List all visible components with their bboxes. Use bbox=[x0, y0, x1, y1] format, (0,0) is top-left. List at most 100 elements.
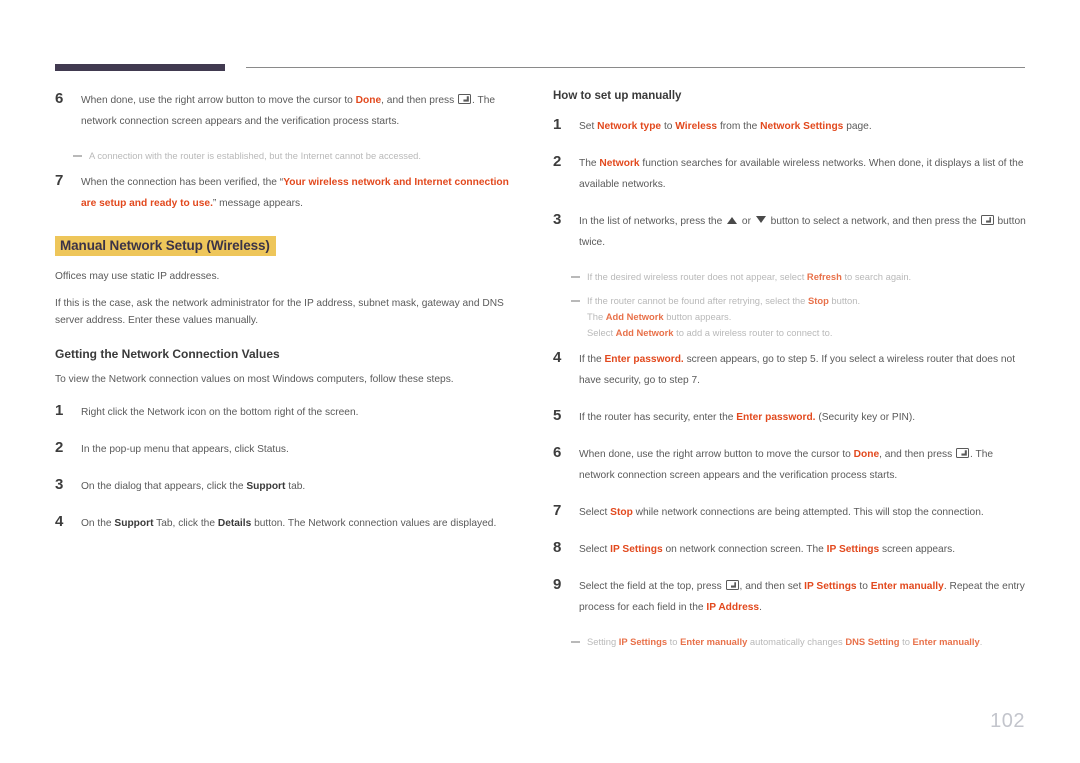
step-number: 4 bbox=[553, 349, 562, 366]
step-text-part: If the router has security, enter the bbox=[579, 412, 737, 423]
note-part: Select bbox=[587, 327, 616, 338]
step-number: 2 bbox=[55, 439, 64, 456]
subsection-heading: Getting the Network Connection Values bbox=[55, 347, 280, 361]
note-part: button appears. bbox=[663, 311, 732, 322]
step-text-part: , and then set bbox=[739, 581, 805, 592]
emphasis-ip-settings: IP Settings bbox=[610, 544, 663, 555]
step-text: If the Enter password. screen appears, g… bbox=[579, 349, 1028, 391]
emphasis-message-line1: Your wireless network and Internet conne… bbox=[283, 177, 509, 188]
step-text-part: to bbox=[856, 581, 871, 592]
step-text-part: button bbox=[994, 216, 1026, 227]
paragraph: To view the Network connection values on… bbox=[55, 374, 454, 385]
step-text-part: while network connections are being atte… bbox=[632, 507, 984, 518]
note-text: Setting IP Settings to Enter manually au… bbox=[571, 634, 1028, 650]
step-text: Set Network type to Wireless from the Ne… bbox=[579, 116, 1028, 137]
step-text-line2: twice. bbox=[579, 237, 606, 248]
step-text-part: from the bbox=[717, 121, 761, 132]
step-text: The Network function searches for availa… bbox=[579, 153, 1028, 195]
emphasis-ip-settings: IP Settings bbox=[804, 581, 857, 592]
step-text-part: on network connection screen. The bbox=[662, 544, 827, 555]
list-item: 2 The Network function searches for avai… bbox=[553, 153, 1028, 195]
note-part: to bbox=[667, 636, 681, 647]
emphasis-refresh: Refresh bbox=[806, 271, 842, 282]
step-number: 3 bbox=[553, 211, 562, 228]
arrow-up-icon bbox=[727, 217, 738, 224]
emphasis-details: Details bbox=[217, 518, 252, 529]
step-text-part: When the connection has been verified, t… bbox=[81, 177, 284, 188]
step-text-part: Select bbox=[579, 544, 611, 555]
step-text-part: In the list of networks, press the bbox=[579, 216, 726, 227]
emphasis-wireless: Wireless bbox=[675, 121, 718, 132]
list-item: 8 Select IP Settings on network connecti… bbox=[553, 539, 1028, 560]
step-text-part: . Repeat the entry bbox=[943, 581, 1025, 592]
step-text: Right click the Network icon on the bott… bbox=[81, 402, 525, 423]
list-item: 1 Set Network type to Wireless from the … bbox=[553, 116, 1028, 137]
step-text-line2: network connection screen appears and th… bbox=[579, 470, 898, 481]
step-number: 1 bbox=[553, 116, 562, 133]
arrow-down-icon bbox=[755, 216, 766, 223]
step-text-part: Tab, click the bbox=[153, 518, 218, 529]
left-column: 6 When done, use the right arrow button … bbox=[55, 90, 525, 550]
step-text: When done, use the right arrow button to… bbox=[579, 444, 1028, 486]
note-part: The bbox=[587, 311, 606, 322]
step-text-part: The bbox=[579, 158, 600, 169]
emphasis-done: Done bbox=[853, 449, 880, 460]
emphasis-done: Done bbox=[355, 95, 382, 106]
note-subtext: The Add Network button appears. bbox=[571, 309, 1028, 325]
step-number: 2 bbox=[553, 153, 562, 170]
emphasis-enter-manually: Enter manually bbox=[912, 636, 980, 647]
enter-key-icon bbox=[980, 215, 994, 225]
step-text: On the Support Tab, click the Details bu… bbox=[81, 513, 525, 534]
step-text-part: button. The Network connection values ar… bbox=[251, 518, 497, 529]
step-text: In the list of networks, press the or bu… bbox=[579, 211, 1028, 253]
step-text-part: , and then press bbox=[381, 95, 458, 106]
enter-key-icon bbox=[956, 448, 970, 458]
step-text-part: In the pop-up menu that appears, click S… bbox=[81, 444, 289, 455]
step-number: 9 bbox=[553, 576, 562, 593]
note-part: button. bbox=[828, 295, 861, 306]
step-text-part: On the dialog that appears, click the bbox=[81, 481, 247, 492]
emphasis-enter-manually: Enter manually bbox=[680, 636, 748, 647]
emphasis-dns-setting: DNS Setting bbox=[845, 636, 900, 647]
step-number: 8 bbox=[553, 539, 562, 556]
step-number: 6 bbox=[55, 90, 64, 107]
step-text-part: , and then press bbox=[879, 449, 956, 460]
step-number: 3 bbox=[55, 476, 64, 493]
paragraph: Offices may use static IP addresses. bbox=[55, 271, 220, 282]
note-part: to bbox=[899, 636, 913, 647]
page-number: 102 bbox=[990, 710, 1025, 732]
step-text-part: or bbox=[739, 216, 754, 227]
step-text-part: . The bbox=[472, 95, 496, 106]
step-text: Select the field at the top, press , and… bbox=[579, 576, 1028, 618]
step-text: On the dialog that appears, click the Su… bbox=[81, 476, 525, 497]
emphasis-support: Support bbox=[246, 481, 286, 492]
note-part: to search again. bbox=[841, 271, 912, 282]
note-part: . bbox=[979, 636, 983, 647]
emphasis-ip-settings: IP Settings bbox=[618, 636, 668, 647]
step-number: 5 bbox=[553, 407, 562, 424]
step-text-part: If the bbox=[579, 354, 605, 365]
step-text-line2: have security, go to step 7. bbox=[579, 375, 700, 386]
section-heading-highlighted: Manual Network Setup (Wireless) bbox=[55, 236, 276, 256]
paragraph: If this is the case, ask the network adm… bbox=[55, 298, 504, 326]
step-number: 1 bbox=[55, 402, 64, 419]
step-text-part: Set bbox=[579, 121, 598, 132]
emphasis-support: Support bbox=[114, 518, 154, 529]
step-text-part: Select the field at the top, press bbox=[579, 581, 725, 592]
emphasis-enter-manually: Enter manually bbox=[870, 581, 944, 592]
note-text: If the router cannot be found after retr… bbox=[571, 293, 1028, 309]
step-text-part: On the bbox=[81, 518, 115, 529]
note-subtext: Select Add Network to add a wireless rou… bbox=[571, 325, 1028, 341]
step-text-part: screen appears. bbox=[879, 544, 956, 555]
step-text-part: button to select a network, and then pre… bbox=[767, 216, 980, 227]
emphasis-add-network: Add Network bbox=[605, 311, 664, 322]
header-rule-thin bbox=[246, 67, 1025, 68]
step-text-part: . The bbox=[970, 449, 994, 460]
emphasis-stop: Stop bbox=[807, 295, 829, 306]
step-number: 7 bbox=[553, 502, 562, 519]
list-item: 6 When done, use the right arrow button … bbox=[553, 444, 1028, 486]
emphasis-add-network: Add Network bbox=[615, 327, 674, 338]
list-item: 3 In the list of networks, press the or … bbox=[553, 211, 1028, 253]
emphasis-ip-settings: IP Settings bbox=[826, 544, 880, 555]
emphasis-network-type: Network type bbox=[597, 121, 662, 132]
